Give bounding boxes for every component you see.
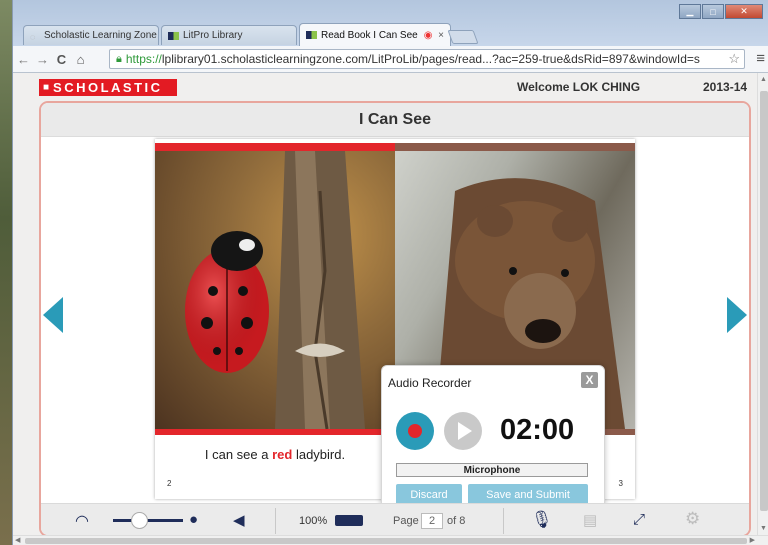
tab-read-book[interactable]: Read Book I Can See ◉ × <box>299 23 451 46</box>
caption-text-end: ladybird. <box>292 447 346 462</box>
browser-window: ◌ Scholastic Learning Zone × LitPro Libr… <box>12 0 768 545</box>
scroll-thumb[interactable] <box>760 91 768 511</box>
tab-litpro-library[interactable]: LitPro Library <box>161 25 297 45</box>
settings-gear-icon[interactable]: ⚙ <box>685 509 700 529</box>
browser-titlebar: ◌ Scholastic Learning Zone × LitPro Libr… <box>13 0 768 46</box>
book-reader: I Can See I can see a red ladybird. 2 3 … <box>39 101 751 535</box>
minimize-button[interactable]: ▁ <box>679 4 701 19</box>
page-number: 2 <box>167 479 172 488</box>
page-footer-band <box>155 429 395 435</box>
recording-timer: 02:00 <box>500 414 575 446</box>
address-bar[interactable]: 🔒︎ https:// lplibrary01.scholasticlearni… <box>109 49 745 69</box>
menu-icon[interactable]: ≡ <box>756 50 765 67</box>
notes-icon[interactable]: ▤ <box>583 511 597 529</box>
page-header-band <box>155 143 395 151</box>
page-caption: I can see a red ladybird. <box>155 447 395 462</box>
page-number-input[interactable]: 2 <box>421 513 443 529</box>
next-page-arrow-icon[interactable] <box>727 297 747 333</box>
caption-highlight: red <box>272 447 293 462</box>
litpro-favicon-icon <box>168 31 179 40</box>
divider <box>503 508 504 534</box>
speed-slider[interactable] <box>113 519 183 522</box>
browser-toolbar: ← → C ⌂ 🔒︎ https:// lplibrary01.scholast… <box>13 46 768 73</box>
speed-slider-handle[interactable] <box>131 512 148 529</box>
url-text: lplibrary01.scholasticlearningzone.com/L… <box>161 52 700 66</box>
left-page: I can see a red ladybird. 2 <box>155 139 395 499</box>
ladybird-photo <box>155 151 395 429</box>
page-icon: ◌ <box>30 31 36 42</box>
web-page: ■ SCHOLASTIC Welcome LOK CHING 2013-14 I… <box>13 73 757 535</box>
scholastic-logo: ■ SCHOLASTIC <box>39 79 177 96</box>
page-header-band <box>395 143 635 151</box>
url-scheme: https:// <box>125 52 162 66</box>
tab-label: Scholastic Learning Zone <box>44 30 157 41</box>
previous-page-arrow-icon[interactable] <box>43 297 63 333</box>
speed-gauge-icon[interactable]: ◠ <box>75 511 89 531</box>
scroll-left-icon[interactable]: ◀ <box>15 536 20 544</box>
page-total: of 8 <box>447 515 466 527</box>
zoom-level: 100% <box>299 515 328 527</box>
page-number: 3 <box>618 479 623 488</box>
recording-indicator-icon: ◉ <box>423 29 433 41</box>
school-year: 2013-14 <box>703 80 748 94</box>
tab-label: LitPro Library <box>183 30 243 41</box>
maximize-button[interactable]: □ <box>702 4 724 19</box>
close-icon[interactable]: × <box>434 30 444 41</box>
caption-text: I can see a <box>204 447 273 462</box>
reader-controls: ◠ ● ◀ 100% Page 2 of 8 🎙︎ ▤ ⤢ ⚙ <box>41 503 749 535</box>
microphone-level-bar: Microphone <box>396 463 588 477</box>
book-title: I Can See <box>41 103 749 137</box>
logo-text: SCHOLASTIC <box>53 80 163 95</box>
close-icon[interactable]: × <box>157 30 158 41</box>
megaphone-icon[interactable]: ◀ <box>233 511 245 529</box>
scroll-down-icon[interactable]: ▼ <box>760 525 767 532</box>
welcome-message: Welcome LOK CHING <box>517 80 641 94</box>
page-label: Page <box>393 515 419 527</box>
zoom-button[interactable] <box>335 515 363 526</box>
scroll-right-icon[interactable]: ▶ <box>750 536 755 544</box>
speech-bubble-icon[interactable]: ● <box>189 511 198 528</box>
lock-icon: 🔒︎ <box>116 52 122 65</box>
record-button[interactable] <box>396 412 434 450</box>
litpro-favicon-icon <box>306 31 317 39</box>
window-controls: ▁ □ ✕ <box>679 4 763 19</box>
scroll-up-icon[interactable]: ▲ <box>760 76 767 83</box>
recorder-title: Audio Recorder <box>388 376 472 390</box>
scroll-thumb[interactable] <box>25 538 747 544</box>
fullscreen-icon[interactable]: ⤢ <box>633 511 645 528</box>
microphone-icon[interactable]: 🎙︎ <box>531 510 553 530</box>
play-button[interactable] <box>444 412 482 450</box>
play-icon <box>458 422 472 440</box>
tab-label: Read Book I Can See <box>321 29 418 41</box>
book-logo-icon: ■ <box>43 82 50 93</box>
home-icon[interactable]: ⌂ <box>72 52 89 67</box>
vertical-scrollbar[interactable]: ▲ ▼ <box>757 73 768 535</box>
divider <box>275 508 276 534</box>
tab-scholastic-learning-zone[interactable]: ◌ Scholastic Learning Zone × <box>23 25 159 45</box>
back-arrow-icon[interactable]: ← <box>15 52 32 67</box>
reload-icon[interactable]: C <box>53 52 70 67</box>
horizontal-scrollbar[interactable]: ◀ ▶ <box>13 535 768 545</box>
bookmark-star-icon[interactable]: ☆ <box>728 51 740 67</box>
window-close-button[interactable]: ✕ <box>725 4 763 19</box>
recorder-close-button[interactable]: X <box>581 372 598 388</box>
record-icon <box>408 424 422 438</box>
forward-arrow-icon[interactable]: → <box>34 52 51 67</box>
new-tab-button[interactable] <box>447 30 479 44</box>
